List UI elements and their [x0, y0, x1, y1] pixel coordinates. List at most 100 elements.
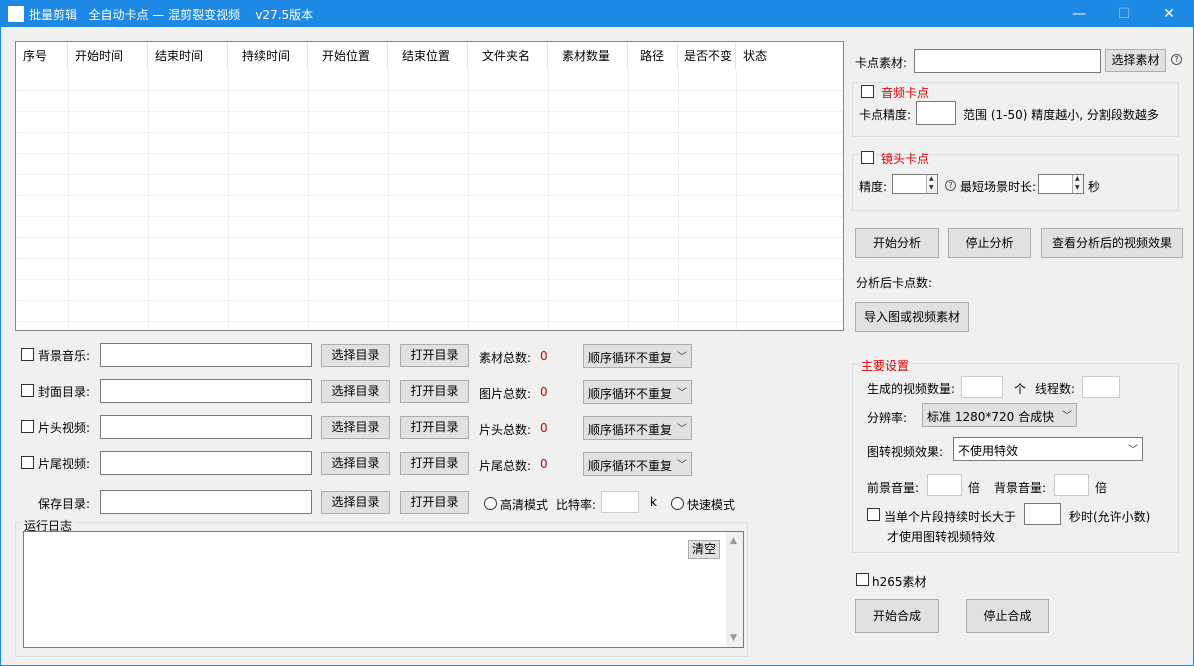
save-open-dir-button[interactable]: 打开目录 [400, 491, 469, 514]
table-row[interactable] [16, 196, 843, 217]
order-select[interactable]: 顺序循环不重复 ﹀ [583, 344, 692, 368]
spin-down-icon[interactable]: ▼ [1075, 184, 1080, 191]
chevron-down-icon: ﹀ [1128, 445, 1138, 456]
column-header[interactable]: 文件夹名 [468, 42, 548, 70]
order-select[interactable]: 顺序循环不重复 ﹀ [583, 380, 692, 404]
table-row[interactable] [16, 259, 843, 280]
chevron-down-icon: ﹀ [677, 460, 687, 471]
spin-down-icon[interactable]: ▼ [929, 184, 934, 191]
column-header[interactable]: 序号 [16, 42, 68, 70]
row-path-input[interactable] [100, 451, 312, 475]
scroll-up-icon[interactable]: ▲ [730, 536, 737, 546]
select-dir-button[interactable]: 选择目录 [321, 344, 390, 367]
audio-checkbox[interactable] [861, 85, 874, 98]
minimize-button[interactable]: — [1056, 1, 1102, 27]
count-label: 片头总数: [479, 423, 532, 437]
hd-mode-radio[interactable] [484, 497, 497, 510]
import-material-button[interactable]: 导入图或视频素材 [855, 302, 969, 332]
count-label: 素材总数: [479, 351, 532, 365]
order-value: 顺序循环不重复 [588, 423, 673, 437]
segment-table[interactable]: 序号 开始时间 结束时间 持续时间 开始位置 结束位置 文件夹名 素材数量 路径… [15, 41, 844, 331]
table-row[interactable] [16, 133, 843, 154]
video-count-input[interactable] [961, 376, 1003, 398]
order-select[interactable]: 顺序循环不重复 ﹀ [583, 416, 692, 440]
audio-precision-input[interactable] [916, 101, 956, 125]
column-header[interactable]: 结束位置 [388, 42, 468, 70]
save-dir-input[interactable] [100, 490, 312, 514]
column-header[interactable]: 持续时间 [228, 42, 308, 70]
table-row[interactable] [16, 301, 843, 322]
view-effect-button[interactable]: 查看分析后的视频效果 [1041, 228, 1183, 258]
start-compose-button[interactable]: 开始合成 [855, 599, 939, 633]
count-value: 0 [540, 457, 548, 471]
hd-mode-label: 高清模式 [500, 498, 549, 512]
close-button[interactable]: ✕ [1146, 1, 1192, 27]
table-row[interactable] [16, 91, 843, 112]
help-icon[interactable]: ? [1171, 54, 1182, 65]
shot-title: 镜头卡点 [881, 152, 930, 166]
order-select[interactable]: 顺序循环不重复 ﹀ [583, 452, 692, 476]
h265-checkbox[interactable] [856, 573, 869, 586]
shot-help-icon[interactable]: ? [945, 180, 956, 191]
fast-mode-radio[interactable] [671, 497, 684, 510]
row-checkbox[interactable] [21, 384, 34, 397]
row-checkbox[interactable] [21, 456, 34, 469]
clear-log-button[interactable]: 清空 [688, 540, 720, 559]
table-row[interactable] [16, 154, 843, 175]
fg-volume-unit: 倍 [968, 481, 981, 495]
shot-precision-spinner[interactable]: ▲ ▼ [892, 174, 938, 194]
fg-volume-input[interactable] [927, 474, 962, 496]
shot-checkbox[interactable] [861, 151, 874, 164]
resolution-label: 分辨率: [867, 411, 908, 425]
stop-compose-button[interactable]: 停止合成 [966, 599, 1049, 633]
stop-analysis-button[interactable]: 停止分析 [948, 228, 1031, 258]
bitrate-label: 比特率: [556, 498, 597, 512]
open-dir-button[interactable]: 打开目录 [400, 380, 469, 403]
table-row[interactable] [16, 217, 843, 238]
duration-input[interactable] [1024, 503, 1061, 525]
bg-volume-input[interactable] [1054, 474, 1089, 496]
row-checkbox[interactable] [21, 420, 34, 433]
spin-up-icon[interactable]: ▲ [929, 175, 934, 182]
table-row[interactable] [16, 175, 843, 196]
select-dir-button[interactable]: 选择目录 [321, 452, 390, 475]
select-material-button[interactable]: 选择素材 [1105, 49, 1166, 72]
open-dir-button[interactable]: 打开目录 [400, 416, 469, 439]
duration-checkbox[interactable] [867, 508, 880, 521]
bitrate-input[interactable] [601, 491, 639, 513]
count-label: 片尾总数: [479, 459, 532, 473]
table-row[interactable] [16, 70, 843, 91]
column-header[interactable]: 状态 [736, 42, 843, 70]
scroll-down-icon[interactable]: ▼ [730, 633, 737, 643]
table-row[interactable] [16, 280, 843, 301]
threads-input[interactable] [1082, 376, 1120, 398]
column-header[interactable]: 开始位置 [308, 42, 388, 70]
min-scene-spinner[interactable]: ▲ ▼ [1038, 174, 1084, 194]
select-dir-button[interactable]: 选择目录 [321, 416, 390, 439]
effect-select[interactable]: 不使用特效 ﹀ [953, 437, 1143, 461]
row-path-input[interactable] [100, 343, 312, 367]
column-header[interactable]: 素材数量 [548, 42, 628, 70]
row-label: 封面目录: [38, 385, 91, 399]
spin-up-icon[interactable]: ▲ [1075, 175, 1080, 182]
resolution-select[interactable]: 标准 1280*720 合成快 ﹀ [922, 403, 1077, 427]
table-row[interactable] [16, 112, 843, 133]
row-path-input[interactable] [100, 415, 312, 439]
column-header[interactable]: 开始时间 [68, 42, 148, 70]
column-header[interactable]: 是否不变 [678, 42, 736, 70]
start-analysis-button[interactable]: 开始分析 [855, 228, 939, 258]
row-path-input[interactable] [100, 379, 312, 403]
log-textarea[interactable]: 清空 ▲ ▼ [23, 531, 744, 648]
row-checkbox[interactable] [21, 348, 34, 361]
open-dir-button[interactable]: 打开目录 [400, 344, 469, 367]
log-scrollbar[interactable]: ▲ ▼ [726, 532, 743, 647]
select-dir-button[interactable]: 选择目录 [321, 380, 390, 403]
open-dir-button[interactable]: 打开目录 [400, 452, 469, 475]
maximize-button[interactable]: ☐ [1101, 1, 1147, 27]
row-label: 片头视频: [38, 421, 91, 435]
column-header[interactable]: 结束时间 [148, 42, 228, 70]
column-header[interactable]: 路径 [628, 42, 678, 70]
material-input[interactable] [914, 49, 1101, 73]
table-row[interactable] [16, 238, 843, 259]
save-select-dir-button[interactable]: 选择目录 [321, 491, 390, 514]
